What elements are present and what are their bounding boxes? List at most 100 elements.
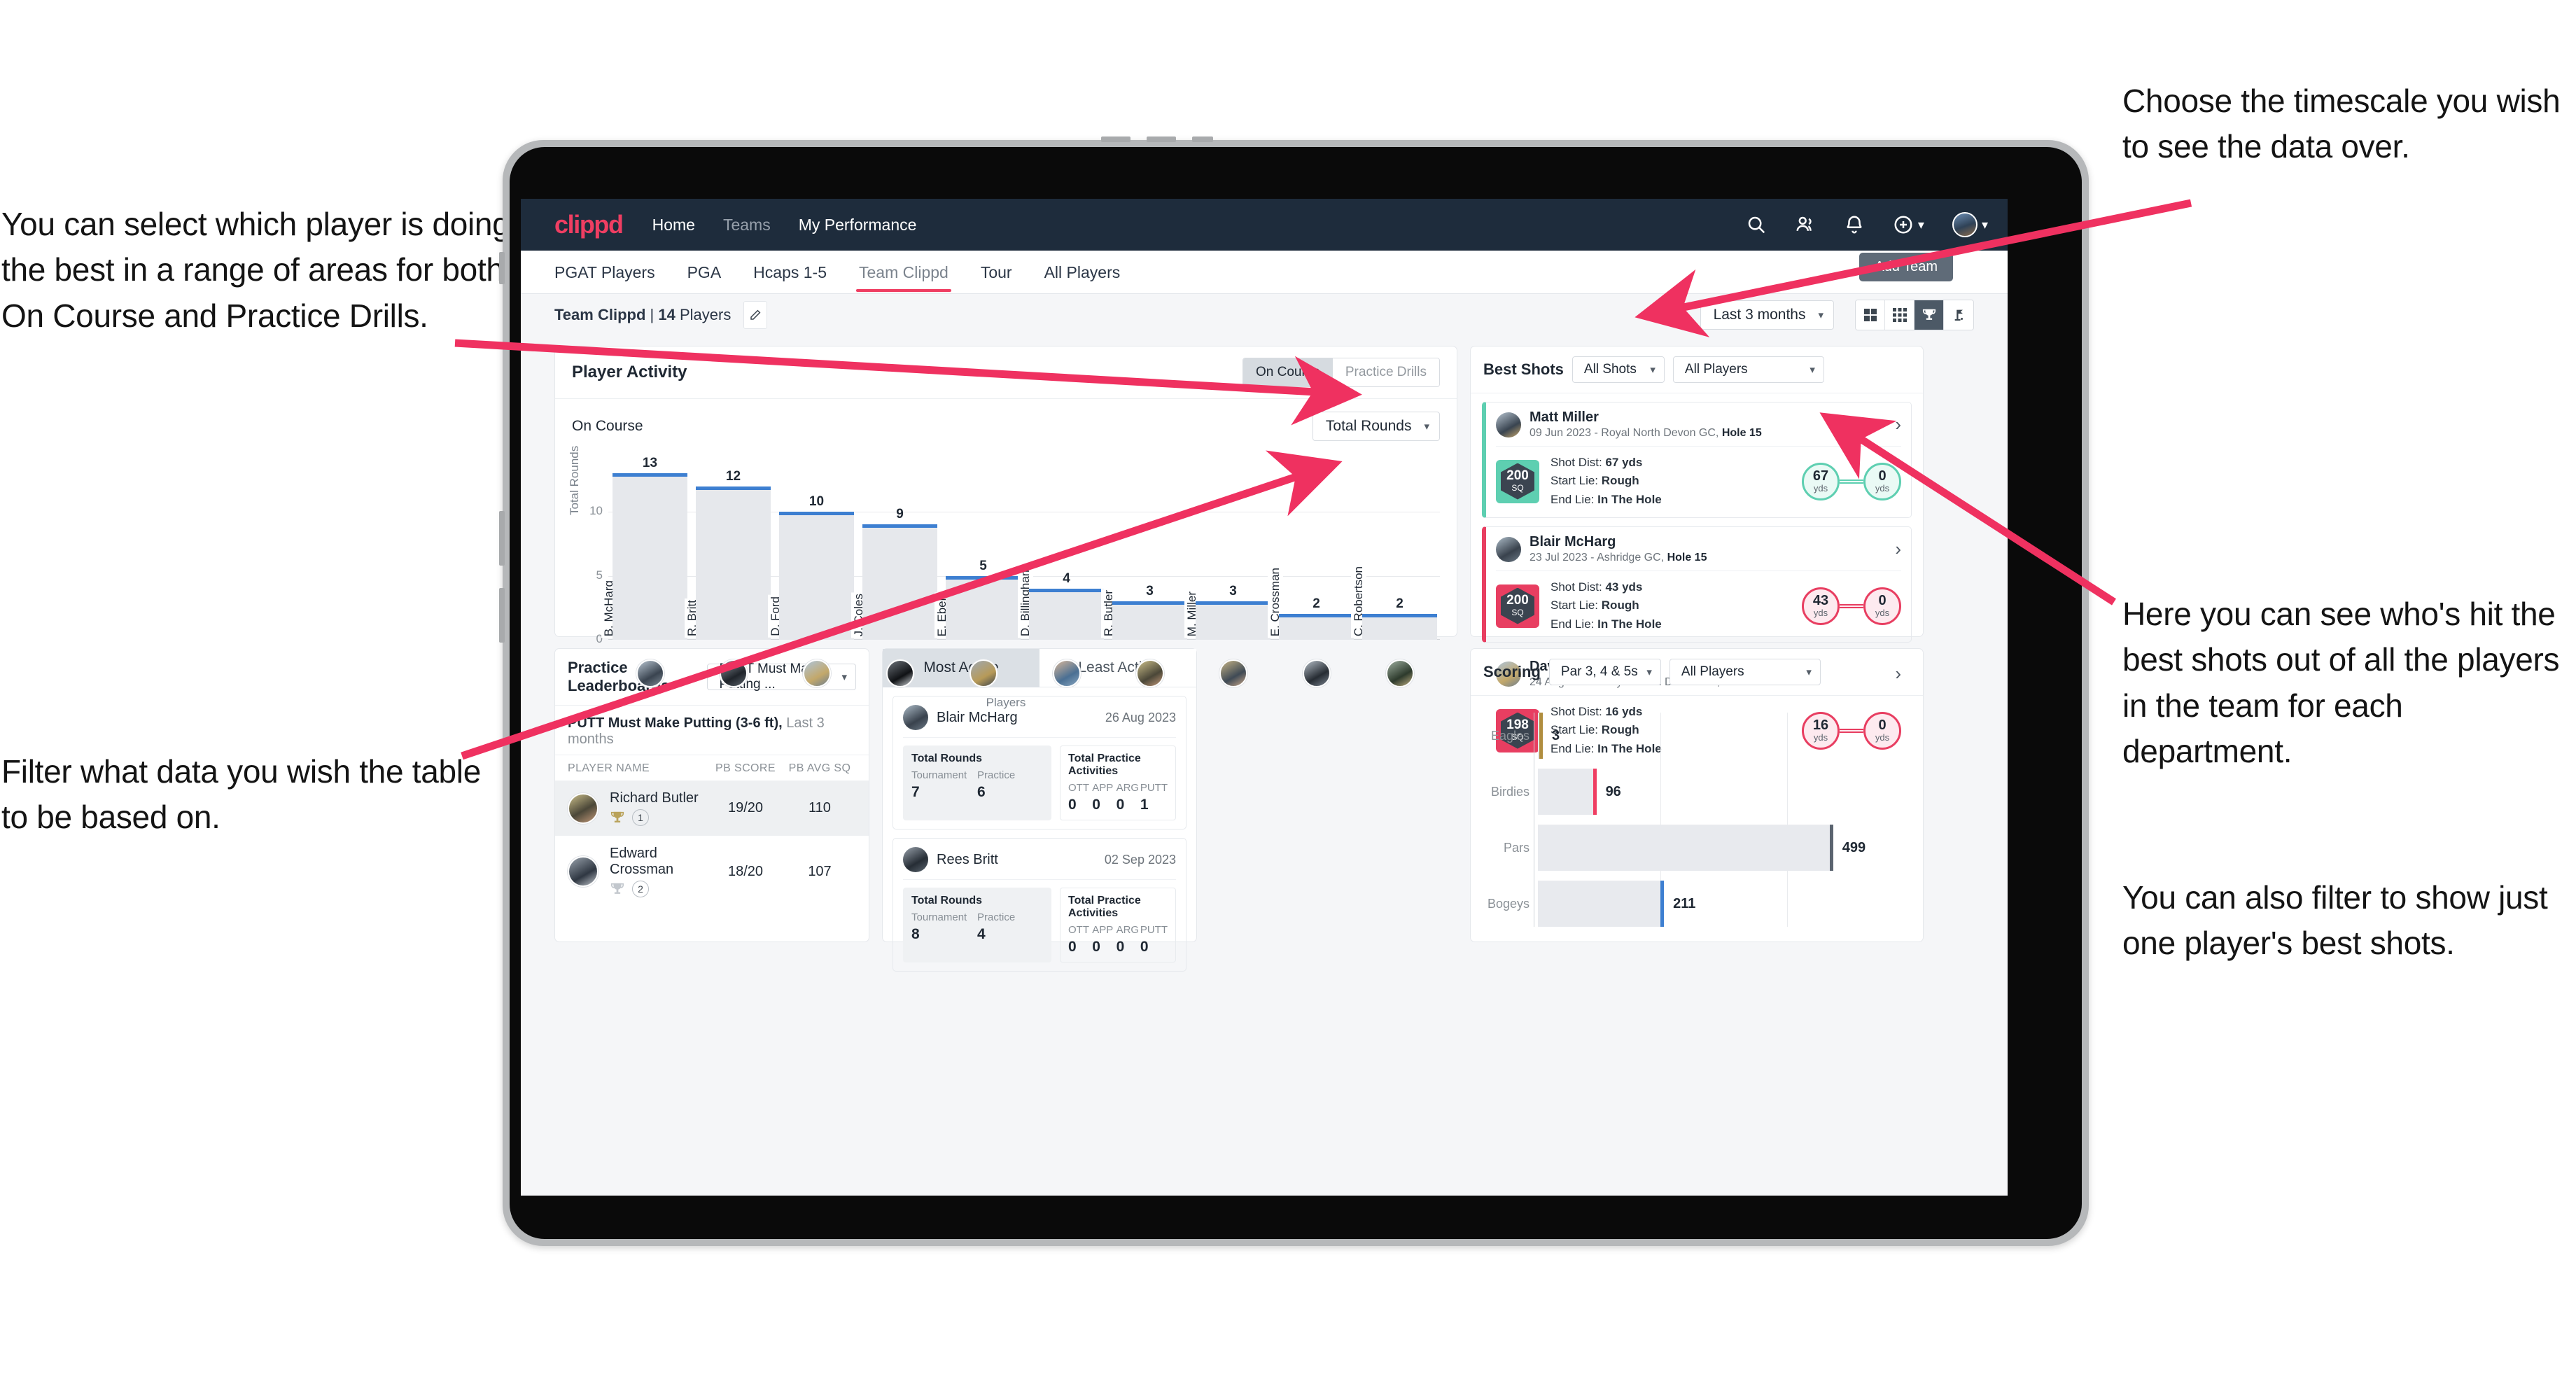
par-filter-select[interactable]: Par 3, 4 & 5s ▾: [1548, 659, 1661, 685]
pb-score-value: 18/20: [727, 863, 764, 879]
chart-avatar-cell[interactable]: [1112, 659, 1187, 687]
shot-meta: 23 Jul 2023 - Ashridge GC, Hole 15: [1530, 552, 1707, 564]
view-trophy-button[interactable]: [1914, 300, 1944, 330]
scoring-category: Bogeys: [1487, 896, 1530, 911]
practice-leaderboards-subtitle: PUTT Must Make Putting (3-6 ft), Last 3 …: [555, 706, 869, 755]
chart-bar[interactable]: 4: [1029, 571, 1104, 640]
chevron-right-icon[interactable]: ›: [1895, 663, 1901, 685]
chart-avatar-cell[interactable]: [779, 659, 854, 687]
best-shot-body: 200 SQ Shot Dist: 43 yds Start Lie: Rough En…: [1496, 570, 1901, 634]
segment-practice-drills[interactable]: Practice Drills: [1332, 358, 1439, 386]
chart-bar[interactable]: 9: [862, 507, 937, 640]
chart-bar-column[interactable]: D. Ford 10: [768, 461, 854, 640]
chart-bar-column[interactable]: B. McHarg 13: [601, 456, 687, 640]
view-grid-2x2-button[interactable]: [1856, 300, 1885, 330]
people-icon[interactable]: [1795, 214, 1816, 235]
scoring-bar-cap: [1592, 769, 1597, 815]
tab-tour[interactable]: Tour: [981, 252, 1012, 292]
avatar: [969, 659, 997, 687]
best-shot-card[interactable]: Matt Miller 09 Jun 2023 - Royal North Dev…: [1482, 402, 1912, 519]
chart-bar-column[interactable]: M. Miller 3: [1184, 461, 1270, 640]
chart-bar-column[interactable]: E. Ebert 5: [934, 461, 1021, 640]
timescale-value: Last 3 months: [1713, 307, 1806, 323]
chart-bar[interactable]: 12: [696, 469, 771, 640]
chart-avatar-cell[interactable]: [946, 659, 1021, 687]
activity-item-header: Rees Britt 02 Sep 2023: [903, 847, 1176, 880]
timescale-select[interactable]: Last 3 months ▾: [1700, 300, 1834, 330]
annotation-right-mid: Here you can see who's hit the best shot…: [2122, 596, 2560, 769]
tab-hcaps-1-5[interactable]: Hcaps 1-5: [753, 252, 827, 292]
shot-type-select[interactable]: All Shots ▾: [1572, 356, 1665, 383]
table-row[interactable]: Edward Crossman 2 18/20 107: [555, 836, 869, 907]
best-shots-card: Best Shots All Shots ▾ All Players ▾ Mat…: [1470, 346, 1924, 768]
nav-link-home[interactable]: Home: [652, 216, 695, 234]
chart-bar-column[interactable]: R. Butler 3: [1101, 461, 1187, 640]
tab-all-players[interactable]: All Players: [1044, 252, 1121, 292]
best-shot-card[interactable]: Blair McHarg 23 Jul 2023 - Ashridge GC, H…: [1482, 526, 1912, 643]
chart-bar[interactable]: 3: [1112, 584, 1187, 640]
view-golf-flag-button[interactable]: [1944, 300, 1973, 330]
chart-avatar-cell[interactable]: [612, 659, 687, 687]
scoring-row[interactable]: Pars 499: [1483, 825, 1907, 871]
sq-unit: SQ: [1511, 482, 1524, 493]
chevron-right-icon[interactable]: ›: [1895, 538, 1901, 560]
chart-bar-column[interactable]: D. Billingham 4: [1018, 461, 1104, 640]
scoring-player-select[interactable]: All Players ▾: [1669, 659, 1821, 685]
player-name: Rees Britt: [937, 851, 998, 867]
plus-circle-icon[interactable]: ▾: [1893, 214, 1924, 235]
device-button-side-3: [499, 588, 505, 643]
grid-3x3-icon: [1892, 308, 1907, 322]
search-icon[interactable]: [1746, 214, 1767, 235]
bell-icon[interactable]: [1844, 214, 1865, 235]
chart-player-avatars: [612, 659, 1437, 687]
chart-bar[interactable]: 5: [946, 559, 1021, 640]
list-item[interactable]: Blair McHarg 26 Aug 2023 Total Rounds To…: [892, 696, 1186, 830]
segment-on-course[interactable]: On Course: [1243, 358, 1333, 386]
scoring-row[interactable]: Eagles 3: [1483, 713, 1907, 759]
chart-avatar-cell[interactable]: [1029, 659, 1104, 687]
chart-bar[interactable]: 3: [1196, 584, 1270, 640]
annotation-right-bottom: You can also filter to show just one pla…: [2122, 879, 2548, 962]
player-filter-select[interactable]: All Players ▾: [1672, 356, 1824, 383]
tab-pga[interactable]: PGA: [687, 252, 722, 292]
table-row[interactable]: Richard Butler 1 19/20 110: [555, 780, 869, 836]
practice-value-app: 0: [1092, 939, 1100, 955]
scoring-row[interactable]: Bogeys 211: [1483, 881, 1907, 927]
avatar: [568, 792, 598, 824]
chart-bar[interactable]: 13: [612, 456, 687, 640]
chart-avatar-cell[interactable]: [1196, 659, 1270, 687]
practice-col-putt: PUTT: [1140, 924, 1168, 936]
metric-select[interactable]: Total Rounds ▾: [1312, 412, 1440, 441]
left-column: Player Activity On Course Practice Drill…: [554, 336, 1457, 972]
chart-avatar-cell[interactable]: [862, 659, 937, 687]
tab-pgat-players[interactable]: PGAT Players: [554, 252, 655, 292]
chart-bar-column[interactable]: C. Robertson 2: [1351, 461, 1437, 640]
chart-bar-column[interactable]: R. Britt 12: [685, 461, 771, 640]
chart-bar[interactable]: 2: [1362, 596, 1437, 640]
shot-details: Shot Dist: 43 yds Start Lie: Rough End Lie…: [1550, 578, 1662, 634]
scoring-title: Scoring: [1483, 663, 1541, 680]
tab-team-clippd[interactable]: Team Clippd: [856, 252, 951, 292]
rounds-col-tournament: Tournament: [911, 769, 967, 781]
edit-team-button[interactable]: [743, 301, 768, 329]
chart-bar[interactable]: 2: [1279, 596, 1354, 640]
chart-bar[interactable]: 10: [779, 494, 854, 640]
activity-date: 02 Sep 2023: [1104, 852, 1176, 867]
scoring-value: 96: [1605, 783, 1621, 799]
chart-bar-column[interactable]: J. Coles 9: [851, 461, 937, 640]
scoring-row[interactable]: Birdies 96: [1483, 769, 1907, 815]
chart-avatar-cell[interactable]: [1279, 659, 1354, 687]
shot-dist-label: Shot Dist:: [1550, 456, 1602, 469]
chart-avatar-cell[interactable]: [1362, 659, 1437, 687]
chart-avatar-cell[interactable]: [696, 659, 771, 687]
clippd-logo[interactable]: clippd: [554, 210, 624, 239]
view-grid-3x3-button[interactable]: [1885, 300, 1914, 330]
practice-leaderboards-card: Practice Leaderboards PUTT Must Make Put…: [554, 648, 869, 942]
nav-link-my-performance[interactable]: My Performance: [799, 216, 917, 234]
avatar: [1496, 412, 1521, 438]
nav-link-teams[interactable]: Teams: [723, 216, 771, 234]
avatar[interactable]: ▾: [1952, 212, 1988, 237]
list-item[interactable]: Rees Britt 02 Sep 2023 Total Rounds Tour…: [892, 838, 1186, 972]
chart-bar-column[interactable]: E. Crossman 2: [1268, 461, 1354, 640]
chevron-right-icon[interactable]: ›: [1895, 414, 1901, 435]
